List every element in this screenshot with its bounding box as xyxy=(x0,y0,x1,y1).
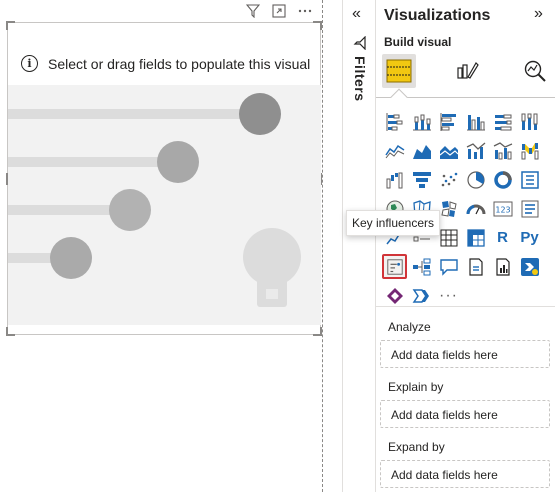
build-visual-tab[interactable] xyxy=(382,54,416,88)
analytics-tab[interactable] xyxy=(518,54,552,88)
visual-container[interactable]: i Select or drag fields to populate this… xyxy=(6,21,322,336)
gauge-icon[interactable] xyxy=(463,196,488,221)
build-visual-label: Build visual xyxy=(384,35,452,49)
key-influencers-icon[interactable] xyxy=(382,254,407,279)
more-visuals-icon[interactable]: ··· xyxy=(436,283,461,308)
python-visual-icon[interactable]: Py xyxy=(517,225,542,250)
filter-icon[interactable] xyxy=(244,2,262,20)
divider xyxy=(376,306,555,307)
stacked-area-chart-icon[interactable] xyxy=(436,138,461,163)
power-automate-icon[interactable] xyxy=(517,254,542,279)
collapse-pane-icon[interactable]: » xyxy=(534,5,543,23)
info-icon: i xyxy=(21,55,38,72)
line-chart-icon[interactable] xyxy=(382,138,407,163)
100-stacked-column-chart-icon[interactable] xyxy=(517,109,542,134)
filter-icon xyxy=(353,36,366,50)
smart-narrative-icon[interactable] xyxy=(463,254,488,279)
canvas-edge xyxy=(322,0,323,492)
focus-mode-icon[interactable] xyxy=(270,2,288,20)
qa-icon[interactable] xyxy=(436,254,461,279)
expand-by-label: Expand by xyxy=(388,440,445,454)
donut-chart-icon[interactable] xyxy=(490,167,515,192)
explain-by-field-well[interactable]: Add data fields here xyxy=(380,400,550,428)
resize-handle-top-left[interactable] xyxy=(6,21,15,30)
power-apps-icon[interactable] xyxy=(382,283,407,308)
treemap-icon[interactable] xyxy=(517,167,542,192)
clustered-column-chart-icon[interactable] xyxy=(463,109,488,134)
ribbon-chart-icon[interactable] xyxy=(517,138,542,163)
svg-text:123: 123 xyxy=(495,205,510,214)
goals-icon[interactable] xyxy=(409,283,434,308)
expand-by-field-well[interactable]: Add data fields here xyxy=(380,460,550,488)
r-script-visual-icon[interactable]: R xyxy=(490,225,515,250)
pane-title: Visualizations xyxy=(384,7,491,24)
visual-info-message: i Select or drag fields to populate this… xyxy=(21,55,310,72)
analytics-magnifier-icon xyxy=(524,60,546,82)
resize-handle-bottom-right[interactable] xyxy=(313,327,322,336)
funnel-chart-icon[interactable] xyxy=(409,167,434,192)
clustered-bar-chart-icon[interactable] xyxy=(436,109,461,134)
waterfall-chart-icon[interactable] xyxy=(382,167,407,192)
pie-chart-icon[interactable] xyxy=(463,167,488,192)
analyze-label: Analyze xyxy=(388,320,431,334)
more-options-icon[interactable] xyxy=(296,2,314,20)
100-stacked-bar-chart-icon[interactable] xyxy=(490,109,515,134)
visualizations-pane: Visualizations » Build visual 123 R Py ·… xyxy=(376,0,555,492)
expand-filters-icon[interactable]: « xyxy=(352,5,361,23)
key-influencers-placeholder-art xyxy=(8,85,321,325)
filters-pane-collapsed[interactable]: « Filters xyxy=(342,0,376,492)
explain-by-label: Explain by xyxy=(388,380,444,394)
analyze-field-well[interactable]: Add data fields here xyxy=(380,340,550,368)
line-and-clustered-column-chart-icon[interactable] xyxy=(490,138,515,163)
area-chart-icon[interactable] xyxy=(409,138,434,163)
visual-header xyxy=(244,2,314,20)
resize-handle-top-right[interactable] xyxy=(313,21,322,30)
scatter-chart-icon[interactable] xyxy=(436,167,461,192)
line-and-stacked-column-chart-icon[interactable] xyxy=(463,138,488,163)
matrix-icon[interactable] xyxy=(463,225,488,250)
info-message-text: Select or drag fields to populate this v… xyxy=(48,55,311,72)
stacked-column-chart-icon[interactable] xyxy=(409,109,434,134)
filters-label: Filters xyxy=(352,56,368,102)
paginated-report-icon[interactable] xyxy=(490,254,515,279)
build-tabs xyxy=(382,54,552,88)
build-visual-icon xyxy=(386,59,412,83)
format-paintbrush-icon xyxy=(457,62,479,79)
tab-pointer xyxy=(390,88,408,106)
decomposition-tree-icon[interactable] xyxy=(409,254,434,279)
card-icon[interactable]: 123 xyxy=(490,196,515,221)
format-visual-tab[interactable] xyxy=(450,54,484,88)
multi-row-card-icon[interactable] xyxy=(517,196,542,221)
stacked-bar-chart-icon[interactable] xyxy=(382,109,407,134)
key-influencers-tooltip: Key influencers xyxy=(346,210,440,236)
resize-handle-bottom-left[interactable] xyxy=(6,327,15,336)
